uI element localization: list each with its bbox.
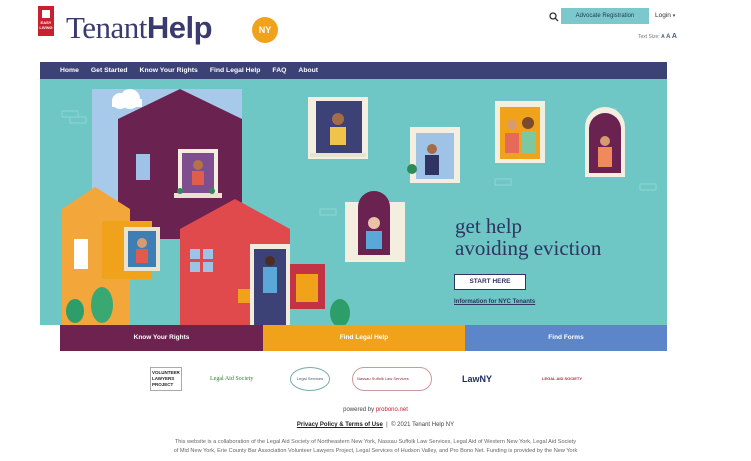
nav-faq[interactable]: FAQ [272,67,286,74]
nav-find-legal-help[interactable]: Find Legal Help [210,67,261,74]
powered-by: powered by probono.net [0,407,751,413]
text-size-control: Text Size: A A A [638,33,677,40]
advocate-registration-button[interactable]: Advocate Registration [561,8,649,24]
powered-prefix: powered by [343,407,375,413]
nav-home[interactable]: Home [60,67,79,74]
privacy-row: Privacy Policy & Terms of Use | © 2021 T… [0,422,751,428]
hero-illustration [40,79,667,325]
find-forms-button[interactable]: Find Forms [465,325,667,351]
nav-about[interactable]: About [298,67,318,74]
page: EASY LIVING TenantHelp NY Advocate Regis… [0,0,751,461]
partner-logo-legal-aid-society[interactable]: Legal Aid Society [210,367,270,391]
start-here-button[interactable]: START HERE [454,274,526,290]
collab-line-2: of Mid New York, Erie County Bar Associa… [173,448,578,454]
chevron-down-icon: ▾ [672,13,676,19]
partner-logo-nassau-suffolk[interactable]: Nassau Suffolk Law Services [352,367,432,391]
brand-badge[interactable]: EASY LIVING [38,6,54,36]
main-nav: Home Get Started Know Your Rights Find L… [40,62,667,79]
find-legal-help-button[interactable]: Find Legal Help [263,325,465,351]
brand-badge-text: EASY LIVING [39,20,53,30]
partner-logo-vlp[interactable]: VOLUNTEER LAWYERS PROJECT [150,367,182,391]
collaboration-text: This website is a collaboration of the L… [30,438,721,456]
brand-badge-mark [42,10,50,18]
nav-know-your-rights[interactable]: Know Your Rights [140,67,198,74]
partner-logo-lawny[interactable]: LawNY [462,367,506,391]
probono-link[interactable]: probono.net [376,407,408,413]
text-size-medium[interactable]: A [666,34,670,40]
nyc-tenants-link[interactable]: Information for NYC Tenants [454,299,535,305]
text-size-small[interactable]: A [661,34,665,40]
hero-title-line1: get help [455,214,523,238]
text-size-label: Text Size: [638,34,660,40]
site-logo[interactable]: TenantHelp [66,10,213,46]
hero-title: get help avoiding eviction [455,215,601,259]
login-button[interactable]: Login ▾ [655,8,675,24]
privacy-policy-link[interactable]: Privacy Policy & Terms of Use [297,422,383,428]
logo-word-tenant: Tenant [66,10,147,45]
text-size-large[interactable]: A [672,33,677,40]
copyright: © 2021 Tenant Help NY [391,422,455,428]
login-label: Login [655,12,671,19]
nav-get-started[interactable]: Get Started [91,67,128,74]
search-icon[interactable] [548,11,560,23]
ny-badge: NY [252,17,278,43]
hero-banner: get help avoiding eviction START HERE In… [40,79,667,325]
collab-line-1: This website is a collaboration of the L… [174,439,577,445]
partner-logo-legal-services[interactable]: Legal Services [290,367,330,391]
partner-logos: VOLUNTEER LAWYERS PROJECT Legal Aid Soci… [150,367,590,391]
hero-title-line2: avoiding eviction [455,236,602,260]
partner-logo-legal-aid-society-2[interactable]: LEGAL AID SOCIETY [542,367,586,391]
know-your-rights-button[interactable]: Know Your Rights [60,325,263,351]
separator: | [386,422,388,428]
logo-word-help: Help [146,10,213,45]
